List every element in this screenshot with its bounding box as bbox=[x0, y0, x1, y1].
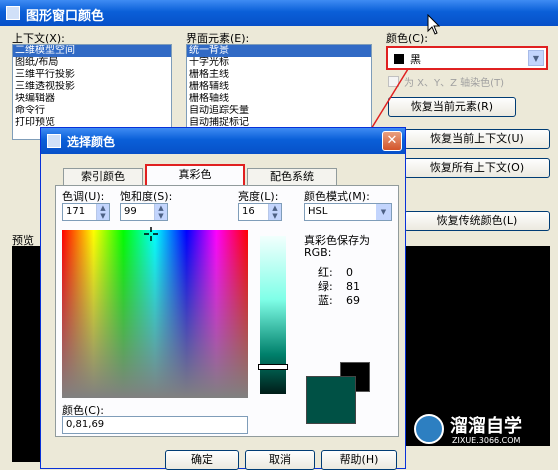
luminance-label: 亮度(L): bbox=[238, 190, 279, 203]
dialog-icon bbox=[47, 134, 61, 148]
color-model-value: HSL bbox=[308, 206, 328, 217]
hue-value: 171 bbox=[66, 206, 86, 217]
tab-index-color[interactable]: 索引颜色 bbox=[63, 168, 143, 185]
hue-saturation-picker[interactable] bbox=[62, 227, 248, 398]
saturation-label: 饱和度(S): bbox=[120, 190, 173, 203]
watermark: 溜溜自学 ZIXUE.3066.COM bbox=[414, 412, 554, 450]
cancel-button[interactable]: 取消 bbox=[245, 450, 315, 470]
chevron-down-icon[interactable]: ▼ bbox=[376, 204, 391, 220]
color-value-text: 0,81,69 bbox=[66, 419, 105, 430]
tab-true-color[interactable]: 真彩色 bbox=[145, 164, 245, 186]
hue-spinner[interactable]: ▲ ▼ bbox=[96, 204, 109, 220]
watermark-logo-icon bbox=[414, 414, 444, 444]
luminance-value: 16 bbox=[242, 206, 255, 217]
color-model-select[interactable]: HSL ▼ bbox=[304, 203, 392, 221]
current-color-swatch bbox=[306, 376, 356, 424]
rgb-row-value: 69 bbox=[346, 294, 360, 307]
select-color-dialog: 选择颜色 ✕ 索引颜色 真彩色 配色系统 色调(U): 171 ▲ ▼ 饱和度(S… bbox=[40, 127, 406, 470]
tab-color-books[interactable]: 配色系统 bbox=[247, 168, 337, 185]
hue-label: 色调(U): bbox=[62, 190, 105, 203]
watermark-brand: 溜溜自学 bbox=[450, 416, 522, 437]
rgb-row: 红: 0 bbox=[318, 266, 378, 280]
color-model-label: 颜色模式(M): bbox=[304, 190, 370, 203]
rgb-row-label: 红: bbox=[318, 266, 333, 279]
tab-panel: 色调(U): 171 ▲ ▼ 饱和度(S): 99 ▲ ▼ 亮度(L): 16 ▲ ▼… bbox=[55, 185, 399, 437]
rgb-row-label: 绿: bbox=[318, 280, 333, 293]
saturation-spinner[interactable]: ▲ ▼ bbox=[154, 204, 167, 220]
help-button[interactable]: 帮助(H) bbox=[321, 450, 397, 470]
rgb-row: 绿: 81 bbox=[318, 280, 378, 294]
rgb-row-value: 81 bbox=[346, 280, 360, 293]
tab-color-books-label: 配色系统 bbox=[270, 170, 314, 183]
dialog-title-bar: 选择颜色 ✕ bbox=[41, 128, 405, 154]
luminance-spinner[interactable]: ▲ ▼ bbox=[268, 204, 281, 220]
rgb-row-value: 0 bbox=[346, 266, 353, 279]
close-button[interactable]: ✕ bbox=[382, 131, 402, 151]
rgb-label: RGB: bbox=[304, 246, 332, 259]
ok-button[interactable]: 确定 bbox=[165, 450, 239, 470]
luminance-slider-track[interactable] bbox=[258, 236, 288, 394]
color-value-input[interactable]: 0,81,69 bbox=[62, 416, 248, 434]
rgb-row: 蓝: 69 bbox=[318, 294, 378, 308]
rgb-row-label: 蓝: bbox=[318, 294, 333, 307]
watermark-url: ZIXUE.3066.COM bbox=[452, 436, 521, 445]
rgb-values: 红: 0 绿: 81 蓝: 69 bbox=[318, 266, 378, 308]
close-icon: ✕ bbox=[386, 133, 398, 148]
crosshair-icon bbox=[144, 227, 158, 241]
saturation-value: 99 bbox=[124, 206, 137, 217]
luminance-slider-handle[interactable] bbox=[258, 364, 288, 370]
tab-index-color-label: 索引颜色 bbox=[81, 170, 125, 183]
dialog-title: 选择颜色 bbox=[67, 135, 116, 149]
tab-true-color-label: 真彩色 bbox=[178, 168, 212, 181]
